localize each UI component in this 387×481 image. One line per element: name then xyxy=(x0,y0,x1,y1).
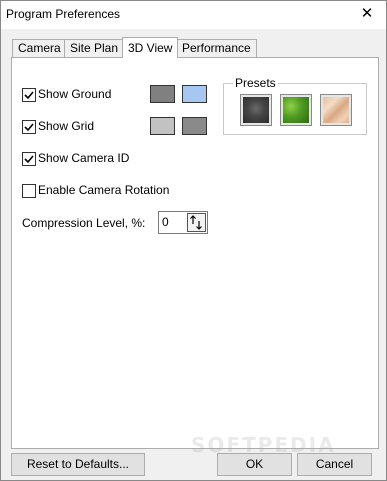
presets-group: Presets xyxy=(223,76,367,135)
ground-color-swatch[interactable] xyxy=(150,85,175,103)
ok-button[interactable]: OK xyxy=(217,453,292,476)
enable-camera-rotation-option[interactable]: Enable Camera Rotation xyxy=(22,183,182,199)
show-camera-id-label: Show Camera ID xyxy=(38,151,130,165)
presets-label: Presets xyxy=(233,76,278,90)
sand-texture-icon xyxy=(323,97,349,123)
tab-panel-3d-view: Show Ground Show Grid Presets Show Camer… xyxy=(11,57,379,449)
tab-camera-label: Camera xyxy=(18,41,61,55)
show-ground-checkbox[interactable] xyxy=(22,88,36,102)
preferences-window: Program Preferences ✕ Camera Site Plan 3… xyxy=(0,0,387,481)
grid-line-color-swatch[interactable] xyxy=(182,117,207,135)
reset-defaults-button[interactable]: Reset to Defaults... xyxy=(11,453,145,476)
checkmark-icon xyxy=(24,155,34,164)
tab-site-plan-label: Site Plan xyxy=(70,41,119,55)
compression-level-spinner[interactable]: 0 xyxy=(158,211,208,234)
enable-camera-rotation-label: Enable Camera Rotation xyxy=(38,183,170,197)
tab-performance[interactable]: Performance xyxy=(176,39,257,57)
asphalt-texture-icon xyxy=(243,97,269,123)
checkmark-icon xyxy=(24,91,34,100)
compression-level-label: Compression Level, %: xyxy=(22,216,146,230)
tab-3d-view[interactable]: 3D View xyxy=(122,37,179,58)
cancel-button[interactable]: Cancel xyxy=(297,453,372,476)
title-bar: Program Preferences ✕ xyxy=(1,1,386,29)
show-ground-option[interactable]: Show Ground xyxy=(22,87,132,103)
preset-asphalt[interactable] xyxy=(240,94,272,126)
spinner-arrows-icon[interactable] xyxy=(187,213,206,232)
show-ground-label: Show Ground xyxy=(38,87,112,101)
show-grid-label: Show Grid xyxy=(38,119,95,133)
grass-texture-icon xyxy=(283,97,309,123)
enable-camera-rotation-checkbox[interactable] xyxy=(22,184,36,198)
show-camera-id-option[interactable]: Show Camera ID xyxy=(22,151,142,167)
tab-site-plan[interactable]: Site Plan xyxy=(64,39,125,57)
tab-camera[interactable]: Camera xyxy=(12,39,67,57)
sky-color-swatch[interactable] xyxy=(182,85,207,103)
compression-level-value[interactable]: 0 xyxy=(162,215,169,229)
close-icon[interactable]: ✕ xyxy=(358,5,376,23)
tab-performance-label: Performance xyxy=(182,41,251,55)
grid-color-swatch[interactable] xyxy=(150,117,175,135)
show-grid-checkbox[interactable] xyxy=(22,120,36,134)
window-title: Program Preferences xyxy=(6,7,121,21)
preset-grass[interactable] xyxy=(280,94,312,126)
show-grid-option[interactable]: Show Grid xyxy=(22,119,132,135)
checkmark-icon xyxy=(24,123,34,132)
preset-sand[interactable] xyxy=(320,94,352,126)
show-camera-id-checkbox[interactable] xyxy=(22,152,36,166)
tab-3d-view-label: 3D View xyxy=(128,41,173,55)
